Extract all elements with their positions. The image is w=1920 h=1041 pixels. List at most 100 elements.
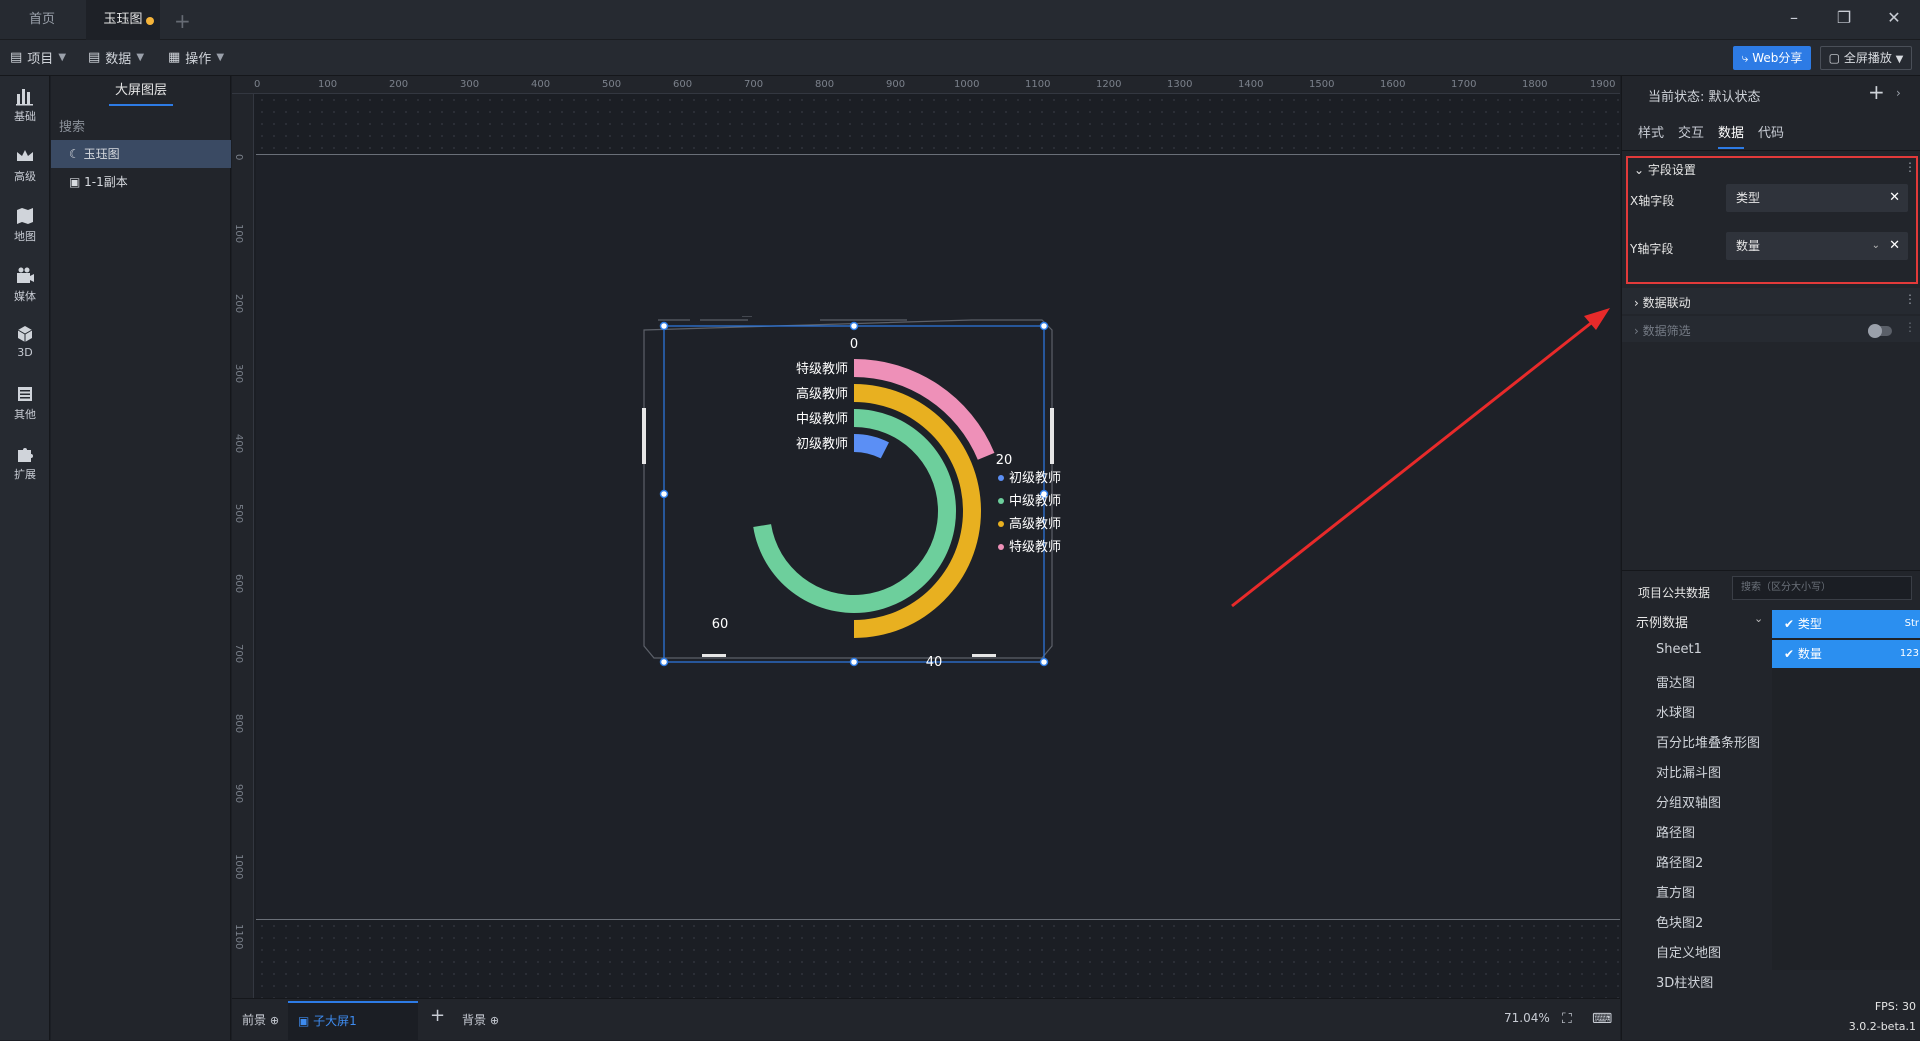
dataset-item[interactable]: 水球图	[1656, 702, 1695, 721]
minimize-icon[interactable]: –	[1782, 8, 1806, 27]
rail-item-3d[interactable]: 3D	[0, 324, 50, 359]
rail-item-media[interactable]: 媒体	[0, 266, 50, 304]
background-label: 背景	[462, 1013, 487, 1027]
ruler-tick: 700	[233, 644, 244, 664]
resize-handle[interactable]	[849, 657, 859, 667]
x-axis-label: X轴字段	[1630, 194, 1675, 208]
rail-item-extend[interactable]: 扩展	[0, 444, 50, 482]
menu-project[interactable]: ▤ 项目 ▼	[10, 48, 66, 67]
legend-label[interactable]: 中级教师	[1009, 493, 1061, 509]
moon-icon: ☾	[69, 147, 80, 161]
ruler-tick: 700	[744, 79, 764, 90]
x-axis-field[interactable]: 类型 ✕	[1726, 184, 1908, 212]
menu-operation[interactable]: ▦ 操作 ▼	[168, 48, 224, 67]
chevron-down-icon[interactable]: ⌄	[1872, 232, 1880, 260]
tab-code[interactable]: 代码	[1758, 122, 1784, 149]
legend-label[interactable]: 初级教师	[1009, 470, 1061, 486]
ruler-tick: 500	[233, 504, 244, 524]
frame-accent-bottom-left	[702, 654, 726, 657]
resize-handle[interactable]	[659, 657, 669, 667]
resize-handle[interactable]	[1039, 321, 1049, 331]
restore-icon[interactable]: ❐	[1832, 8, 1856, 27]
rail-item-advanced[interactable]: 高级	[0, 146, 50, 184]
legend-marker	[998, 521, 1004, 527]
file-icon: ▤	[10, 50, 23, 65]
resize-handle[interactable]	[659, 489, 669, 499]
dataset-item[interactable]: 对比漏斗图	[1656, 762, 1721, 781]
layer-item-image[interactable]: ▣ 1-1副本	[51, 168, 231, 196]
dataset-item[interactable]: 直方图	[1656, 882, 1695, 901]
clear-icon[interactable]: ✕	[1889, 184, 1900, 212]
field-settings-header[interactable]: ⌄ 字段设置	[1634, 161, 1696, 178]
resize-handle[interactable]	[659, 321, 669, 331]
dataset-item[interactable]: 色块图2	[1656, 912, 1703, 931]
data-filter-header[interactable]: › 数据筛选	[1634, 322, 1691, 339]
menu-label: 数据	[105, 52, 132, 67]
field-label: 类型	[1797, 617, 1822, 631]
close-icon[interactable]: ✕	[1882, 8, 1906, 27]
bar-chart-icon	[16, 89, 33, 106]
layer-item-yujue[interactable]: ☾ 玉珏图	[51, 140, 231, 168]
menu-data[interactable]: ▤ 数据 ▼	[88, 48, 144, 67]
tab-interaction[interactable]: 交互	[1678, 122, 1704, 149]
legend-label[interactable]: 高级教师	[1009, 516, 1061, 532]
sub-screen-tab[interactable]: ▣ 子大屏1	[288, 1001, 418, 1041]
tab-home[interactable]: 首页	[0, 0, 84, 40]
yujue-chart-widget[interactable]: 特级教师高级教师中级教师初级教师0204060 初级教师中级教师高级教师特级教师	[642, 316, 1062, 676]
tab-style[interactable]: 样式	[1638, 122, 1664, 149]
add-screen-icon[interactable]: +	[430, 1005, 445, 1026]
tab-yujue-chart[interactable]: 玉珏图	[86, 0, 160, 40]
dataset-item[interactable]: 百分比堆叠条形图	[1656, 732, 1760, 751]
rail-item-map[interactable]: 地图	[0, 206, 50, 244]
field-pick-count[interactable]: ✔ 数量 123	[1772, 640, 1920, 668]
layer-title-label: 大屏图层	[114, 83, 167, 98]
clear-icon[interactable]: ✕	[1889, 232, 1900, 260]
fullscreen-play-button[interactable]: ▢ 全屏播放 ▼	[1820, 46, 1912, 70]
web-share-button[interactable]: ⤷ Web分享	[1733, 46, 1811, 70]
rail-item-basic[interactable]: 基础	[0, 86, 50, 124]
state-value[interactable]: 默认状态	[1709, 90, 1761, 105]
add-tab-icon[interactable]: +	[174, 9, 191, 33]
field-label: 数量	[1797, 647, 1822, 661]
legend-label[interactable]: 特级教师	[1009, 539, 1061, 555]
add-state-icon[interactable]: +	[1868, 80, 1885, 104]
dataset-item[interactable]: 自定义地图	[1656, 942, 1721, 961]
category-label: 高级教师	[796, 386, 848, 402]
filter-toggle[interactable]	[1868, 324, 1892, 338]
x-axis-value: 类型	[1736, 191, 1761, 205]
dataset-item[interactable]: 雷达图	[1656, 672, 1695, 691]
rail-label: 高级	[14, 170, 36, 183]
layer-search-input[interactable]: 搜索	[59, 116, 85, 135]
cube-icon	[17, 326, 33, 342]
keyboard-icon[interactable]: ⌨	[1592, 1011, 1612, 1027]
radial-bar	[854, 434, 889, 459]
more-icon[interactable]: ⋮	[1904, 160, 1916, 174]
ruler-tick: 1600	[1380, 79, 1406, 90]
background-button[interactable]: 背景 ⊕	[462, 1011, 499, 1028]
resize-handle[interactable]	[849, 321, 859, 331]
data-linkage-header[interactable]: › 数据联动	[1634, 294, 1691, 311]
dataset-item[interactable]: 路径图2	[1656, 852, 1703, 871]
dataset-group-header[interactable]: 示例数据 ⌄	[1636, 612, 1763, 631]
more-icon[interactable]: ⋮	[1904, 292, 1916, 306]
dataset-item[interactable]: 路径图	[1656, 822, 1695, 841]
layer-panel-title[interactable]: 大屏图层	[51, 76, 231, 112]
chevron-right-icon[interactable]: ›	[1896, 86, 1901, 100]
dataset-item[interactable]: 3D柱状图	[1656, 972, 1713, 991]
fit-screen-icon[interactable]: ⛶	[1562, 1011, 1572, 1027]
rail-item-other[interactable]: 其他	[0, 384, 50, 422]
share-label: Web分享	[1752, 51, 1803, 65]
zoom-level[interactable]: 71.04%	[1504, 1011, 1550, 1025]
field-pick-type[interactable]: ✔ 类型 Str	[1772, 610, 1920, 638]
foreground-button[interactable]: 前景 ⊕	[242, 1011, 279, 1028]
dataset-item[interactable]: 分组双轴图	[1656, 792, 1721, 811]
resize-handle[interactable]	[1039, 657, 1049, 667]
tab-data[interactable]: 数据	[1718, 122, 1745, 149]
y-axis-field[interactable]: 数量 ⌄ ✕	[1726, 232, 1908, 260]
field-settings-label: 字段设置	[1647, 163, 1696, 177]
design-canvas[interactable]: 0 100 200 300 400 500 600 700 800 900 10…	[232, 76, 1620, 998]
dataset-item[interactable]: Sheet1	[1656, 642, 1702, 657]
share-icon: ⤷	[1741, 51, 1749, 65]
public-data-search[interactable]: 搜索（区分大小写）	[1732, 576, 1912, 600]
more-icon[interactable]: ⋮	[1904, 320, 1916, 334]
